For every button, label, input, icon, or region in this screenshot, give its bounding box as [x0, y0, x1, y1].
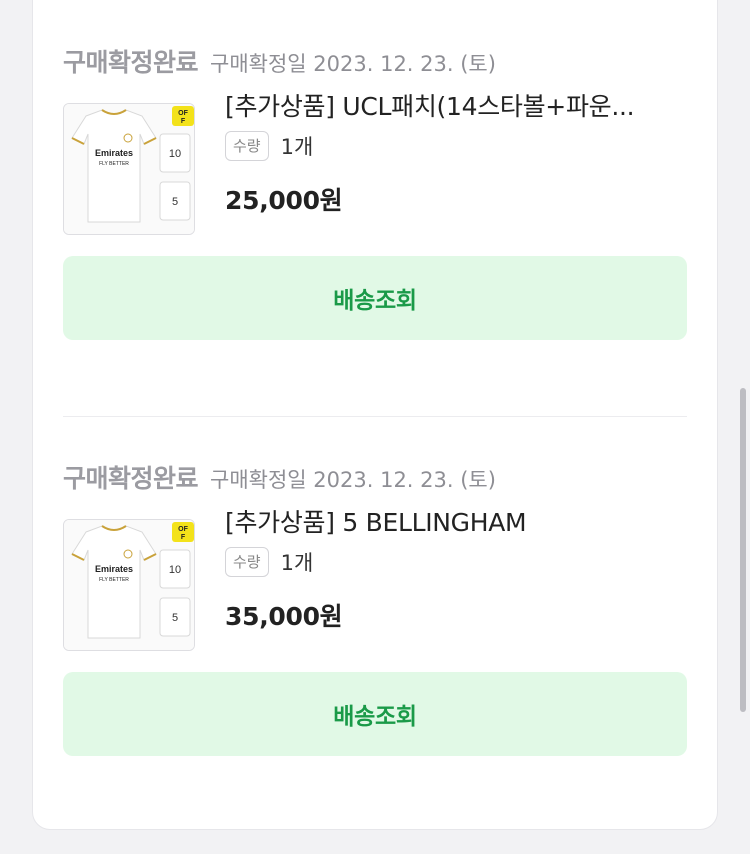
svg-text:5: 5 — [172, 196, 178, 208]
product-name[interactable]: [추가상품] 5 BELLINGHAM — [225, 503, 687, 539]
quantity-value: 1개 — [280, 551, 314, 575]
svg-text:5: 5 — [172, 612, 178, 624]
jersey-icon: Emirates FLY BETTER 10 5 OF F — [64, 104, 194, 234]
product-price: 25,000원 — [225, 186, 343, 215]
confirm-date: 구매확정일 2023. 12. 23. (토) — [210, 52, 496, 76]
quantity-row: 수량 1개 — [225, 547, 313, 577]
track-delivery-button[interactable]: 배송조회 — [63, 256, 687, 340]
divider — [63, 416, 687, 417]
quantity-label: 수량 — [225, 131, 269, 161]
order-status: 구매확정완료 — [63, 48, 199, 77]
quantity-row: 수량 1개 — [225, 131, 313, 161]
jersey-icon: Emirates FLY BETTER 10 5 OF F — [64, 520, 194, 650]
quantity-value: 1개 — [280, 135, 314, 159]
svg-text:F: F — [181, 118, 186, 125]
product-name[interactable]: [추가상품] UCL패치(14스타볼+파운... — [225, 87, 687, 123]
svg-text:Emirates: Emirates — [95, 564, 133, 574]
product-price: 35,000원 — [225, 602, 343, 631]
svg-text:10: 10 — [169, 148, 181, 160]
order-status: 구매확정완료 — [63, 464, 199, 493]
quantity-label: 수량 — [225, 547, 269, 577]
svg-text:FLY BETTER: FLY BETTER — [99, 161, 129, 167]
svg-text:OF: OF — [178, 110, 188, 117]
svg-text:F: F — [181, 534, 186, 541]
scrollbar[interactable] — [740, 388, 746, 712]
confirm-date: 구매확정일 2023. 12. 23. (토) — [210, 468, 496, 492]
svg-text:OF: OF — [178, 526, 188, 533]
track-delivery-button[interactable]: 배송조회 — [63, 672, 687, 756]
order-status-row: 구매확정완료 구매확정일 2023. 12. 23. (토) — [63, 459, 496, 495]
svg-text:FLY BETTER: FLY BETTER — [99, 577, 129, 583]
product-thumbnail[interactable]: Emirates FLY BETTER 10 5 OF F — [63, 103, 195, 235]
product-thumbnail[interactable]: Emirates FLY BETTER 10 5 OF F — [63, 519, 195, 651]
order-status-row: 구매확정완료 구매확정일 2023. 12. 23. (토) — [63, 43, 496, 79]
svg-text:10: 10 — [169, 564, 181, 576]
order-list-card: 구매확정완료 구매확정일 2023. 12. 23. (토) Emirates … — [32, 0, 718, 830]
svg-text:Emirates: Emirates — [95, 148, 133, 158]
